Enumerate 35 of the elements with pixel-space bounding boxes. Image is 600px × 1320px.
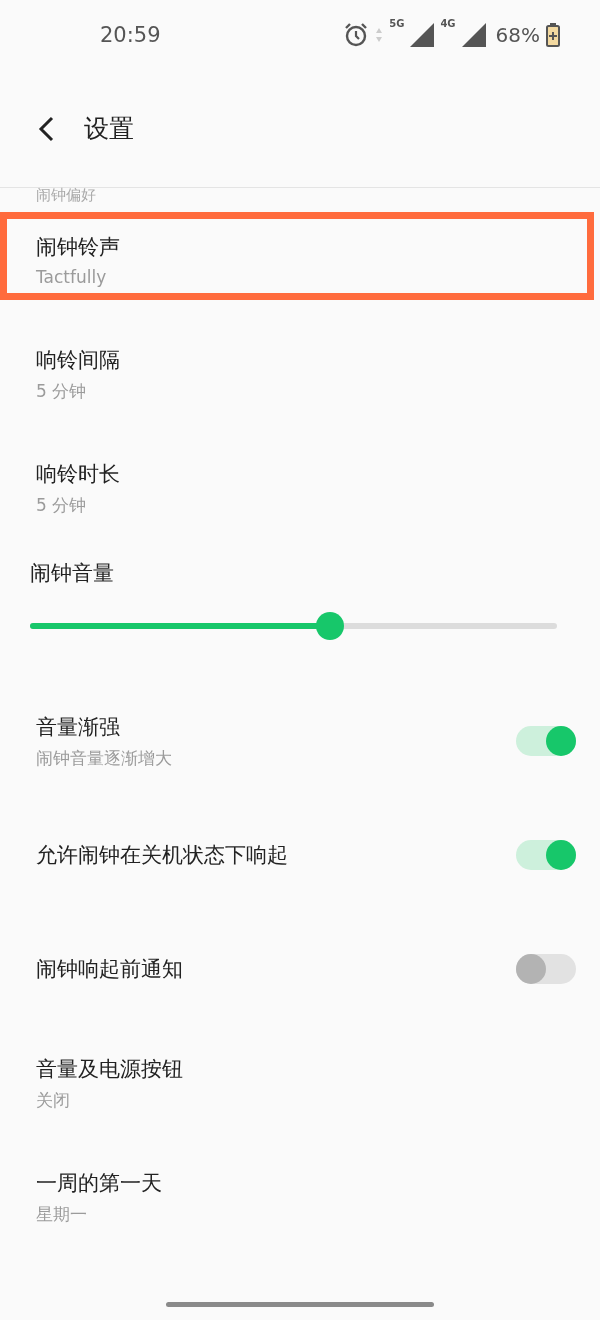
item-title: 音量及电源按钮 [36,1055,183,1083]
settings-item[interactable]: 音量及电源按钮 关闭 [0,1026,600,1140]
item-title: 闹钟响起前通知 [36,956,183,983]
item-title: 闹钟音量 [30,560,115,587]
signal-icon [461,23,486,47]
section-header: 闹钟偏好 [35,188,96,203]
item-title: 闹钟铃声 [36,234,120,261]
item-value: 关闭 [36,1088,71,1112]
settings-item[interactable]: 一周的第一天 星期一 [0,1140,600,1254]
item-description: 闹钟音量逐渐增大 [36,746,172,770]
item-title: 一周的第一天 [36,1169,162,1197]
item-title: 响铃间隔 [36,346,120,374]
slider-thumb[interactable] [316,612,345,640]
item-value: 星期一 [36,1202,88,1226]
battery-charging-icon [546,23,560,47]
item-title: 响铃时长 [36,460,120,488]
toggle-switch[interactable] [516,840,576,870]
toggle-switch[interactable] [516,726,576,756]
settings-item[interactable]: 闹钟铃声 Tactfully [0,203,600,317]
status-time: 20:59 [100,23,161,47]
item-value: Tactfully [36,267,108,287]
item-value: 5 分钟 [36,493,88,517]
network-type: 4G [440,18,456,29]
volume-slider[interactable] [30,612,557,640]
item-title: 允许闹钟在关机状态下响起 [36,842,288,869]
toggle-switch[interactable] [516,954,576,984]
data-arrows-icon [375,27,384,43]
network-type: 5G [389,18,405,29]
settings-item[interactable]: 响铃间隔 5 分钟 [0,317,600,431]
signal-icon [410,23,435,47]
page-title: 设置 [84,113,134,145]
item-value: 5 分钟 [36,379,88,403]
settings-item[interactable]: 响铃时长 5 分钟 [0,431,600,545]
battery-percent: 68% [495,23,540,47]
item-title: 音量渐强 [36,713,121,741]
